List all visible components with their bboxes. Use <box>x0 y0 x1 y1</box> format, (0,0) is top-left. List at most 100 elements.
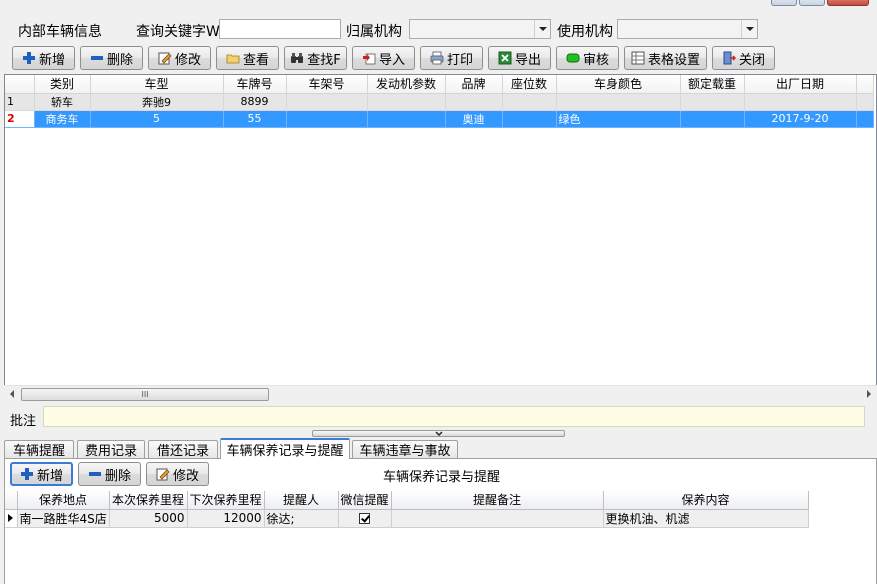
column-header[interactable]: 提醒备注 <box>391 491 604 510</box>
chevron-down-icon[interactable] <box>534 20 550 38</box>
maximize-button[interactable] <box>799 0 825 6</box>
column-header[interactable]: 提醒人 <box>264 491 339 510</box>
maintenance-delete-label: 删除 <box>104 468 131 484</box>
delete-button[interactable]: 删除 <box>80 46 143 70</box>
maintenance-add-label: 新增 <box>36 468 63 484</box>
table-cell[interactable]: 12000 <box>187 509 265 528</box>
scroll-right-icon[interactable] <box>867 390 871 398</box>
table-settings-button[interactable]: 表格设置 <box>624 46 707 70</box>
table-cell[interactable] <box>680 110 745 128</box>
owner-org-select[interactable] <box>409 19 551 39</box>
scrollbar-thumb[interactable]: III <box>21 388 269 401</box>
maintenance-edit-label: 修改 <box>172 468 199 484</box>
column-header-filler <box>856 75 874 94</box>
table-cell[interactable]: 更换机油、机滤 <box>603 509 809 528</box>
import-button[interactable]: 导入 <box>352 46 415 70</box>
table-cell[interactable]: 2017-9-20 <box>744 110 857 128</box>
row-header-corner <box>5 491 18 510</box>
column-header[interactable]: 类别 <box>34 75 91 94</box>
close-button[interactable]: 关闭 <box>712 46 775 70</box>
audit-button[interactable]: 审核 <box>556 46 619 70</box>
table-cell[interactable] <box>680 93 745 111</box>
table-cell[interactable]: 5000 <box>109 509 188 528</box>
edit-button[interactable]: 修改 <box>148 46 211 70</box>
wechat-checkbox[interactable] <box>359 513 370 524</box>
tab-borrow-return[interactable]: 借还记录 <box>148 440 218 459</box>
chevron-down-icon[interactable] <box>741 20 757 38</box>
edit-label: 修改 <box>174 52 201 68</box>
table-cell[interactable]: 5 <box>90 110 224 128</box>
use-org-select[interactable] <box>617 19 758 39</box>
minus-icon <box>88 467 102 481</box>
wechat-reminder-cell[interactable] <box>338 509 392 528</box>
scroll-left-icon[interactable] <box>10 390 14 398</box>
column-header[interactable]: 保养内容 <box>603 491 809 510</box>
column-header[interactable]: 出厂日期 <box>744 75 857 94</box>
horizontal-scrollbar[interactable]: III <box>4 385 877 402</box>
tab-maintenance[interactable]: 车辆保养记录与提醒 <box>220 438 350 459</box>
row-number[interactable]: 1 <box>5 93 35 111</box>
maintenance-delete-button[interactable]: 删除 <box>78 462 141 486</box>
scroll-grip: III <box>141 390 149 399</box>
column-header[interactable]: 车型 <box>90 75 224 94</box>
table-cell[interactable]: 奔驰9 <box>90 93 224 111</box>
green-light-icon <box>566 51 580 65</box>
column-header[interactable]: 额定载重 <box>680 75 745 94</box>
use-org-label: 使用机构 <box>557 24 613 40</box>
current-row-indicator <box>5 509 18 528</box>
table-cell[interactable] <box>445 93 503 111</box>
table-cell[interactable] <box>502 110 557 128</box>
add-label: 新增 <box>38 52 65 68</box>
table-cell[interactable] <box>286 110 368 128</box>
column-header[interactable]: 座位数 <box>502 75 557 94</box>
window-close-button[interactable] <box>827 0 869 6</box>
binoculars-icon <box>290 51 304 65</box>
search-input[interactable] <box>219 19 341 39</box>
tab-expense-records[interactable]: 费用记录 <box>77 440 145 459</box>
tab-violations-accidents[interactable]: 车辆违章与事故 <box>352 440 458 459</box>
table-row[interactable]: 南一路胜华4S店 5000 12000 徐达; 更换机油、机滤 <box>5 509 809 528</box>
view-button[interactable]: 查看 <box>216 46 279 70</box>
table-cell[interactable]: 55 <box>223 110 287 128</box>
table-cell[interactable] <box>556 93 681 111</box>
find-button[interactable]: 查找F <box>284 46 347 70</box>
table-cell[interactable] <box>367 110 446 128</box>
table-row-selected[interactable]: 2 商务车 5 55 奥迪 绿色 2017-9-20 <box>5 110 874 128</box>
table-cell[interactable] <box>744 93 857 111</box>
column-header[interactable]: 品牌 <box>445 75 503 94</box>
column-header[interactable]: 下次保养里程 <box>187 491 265 510</box>
tab-vehicle-reminder[interactable]: 车辆提醒 <box>4 440 74 459</box>
add-button[interactable]: 新增 <box>12 46 75 70</box>
column-header[interactable]: 本次保养里程 <box>109 491 188 510</box>
minimize-button[interactable] <box>771 0 797 6</box>
table-cell[interactable]: 奥迪 <box>445 110 503 128</box>
row-number[interactable]: 2 <box>5 110 35 128</box>
table-cell[interactable]: 8899 <box>223 93 287 111</box>
maintenance-edit-button[interactable]: 修改 <box>146 462 209 486</box>
column-header[interactable]: 车牌号 <box>223 75 287 94</box>
print-button[interactable]: 打印 <box>420 46 483 70</box>
maintenance-add-button[interactable]: 新增 <box>10 462 73 486</box>
table-cell[interactable]: 南一路胜华4S店 <box>17 509 110 528</box>
table-cell[interactable] <box>286 93 368 111</box>
column-header[interactable]: 微信提醒 <box>338 491 392 510</box>
delete-label: 删除 <box>106 52 133 68</box>
table-cell[interactable]: 商务车 <box>34 110 91 128</box>
search-label: 查询关键字W <box>136 24 220 40</box>
column-header[interactable]: 发动机参数 <box>367 75 446 94</box>
table-cell[interactable] <box>502 93 557 111</box>
column-header[interactable]: 车身颜色 <box>556 75 681 94</box>
table-cell[interactable] <box>391 509 604 528</box>
panel-splitter[interactable] <box>312 430 565 437</box>
export-button[interactable]: 导出 <box>488 46 551 70</box>
remark-input[interactable] <box>43 406 865 427</box>
table-cell[interactable] <box>367 93 446 111</box>
column-header[interactable]: 保养地点 <box>17 491 110 510</box>
table-cell[interactable]: 绿色 <box>556 110 681 128</box>
table-cell[interactable]: 徐达; <box>264 509 339 528</box>
table-cell[interactable]: 轿车 <box>34 93 91 111</box>
column-header[interactable]: 车架号 <box>286 75 368 94</box>
import-icon <box>362 51 376 65</box>
table-row[interactable]: 1 轿车 奔驰9 8899 <box>5 93 874 111</box>
excel-icon <box>498 51 512 65</box>
